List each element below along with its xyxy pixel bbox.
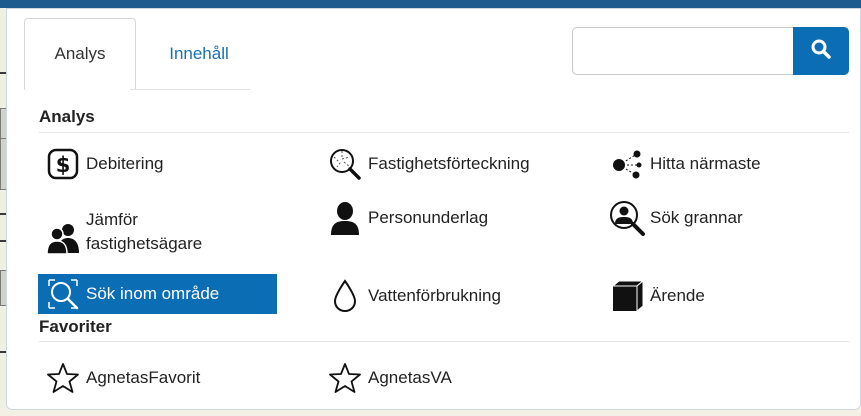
tool-label: Sök grannar xyxy=(650,208,743,227)
tool-jamfor-fastighetsagare[interactable]: Jämför fastighetsägare xyxy=(44,204,202,260)
dollar-icon: $ xyxy=(44,145,82,183)
star-icon xyxy=(326,359,364,397)
tool-label-line2: fastighetsägare xyxy=(86,234,203,253)
section-title-analys: Analys xyxy=(39,107,95,126)
people-icon xyxy=(44,216,82,260)
search-icon xyxy=(811,39,831,64)
tool-label: Ärende xyxy=(650,286,705,305)
tab-analys[interactable]: Analys xyxy=(24,18,136,90)
favorite-label: AgnetasVA xyxy=(368,368,452,387)
tool-label-line1: Jämför xyxy=(86,210,138,229)
favorite-label: AgnetasFavorit xyxy=(86,368,201,387)
person-icon xyxy=(326,199,364,237)
tool-label: Jämför fastighetsägare xyxy=(86,208,202,256)
nearest-network-icon xyxy=(608,145,646,183)
tab-divider xyxy=(130,89,250,90)
tool-personunderlag[interactable]: Personunderlag xyxy=(326,198,488,238)
section-divider xyxy=(39,341,849,342)
tool-label: Fastighetsförteckning xyxy=(368,154,530,173)
search-input[interactable] xyxy=(572,27,793,75)
section-title-favoriter: Favoriter xyxy=(39,317,112,336)
tool-label: Sök inom område xyxy=(86,284,220,303)
tool-vattenforbrukning[interactable]: Vattenförbrukning xyxy=(326,276,501,316)
area-search-icon xyxy=(44,275,82,313)
tool-label: Debitering xyxy=(86,154,164,173)
search-button[interactable] xyxy=(793,27,849,75)
top-bar xyxy=(0,0,861,8)
water-drop-icon xyxy=(326,277,364,315)
tool-fastighetsforteckning[interactable]: Fastighetsförteckning xyxy=(326,145,530,183)
favorite-agnetasfavorit[interactable]: AgnetasFavorit xyxy=(44,358,200,398)
tool-sok-grannar[interactable]: Sök grannar xyxy=(608,198,743,238)
favorite-agnetasva[interactable]: AgnetasVA xyxy=(326,358,452,398)
section-divider xyxy=(39,132,849,133)
tool-sok-inom-omrade[interactable]: Sök inom område xyxy=(38,274,277,314)
tool-hitta-narmaste[interactable]: Hitta närmaste xyxy=(608,145,761,183)
svg-text:$: $ xyxy=(56,153,71,177)
tool-debitering[interactable]: $ Debitering xyxy=(44,145,164,183)
map-search-icon xyxy=(326,145,364,183)
tool-label: Hitta närmaste xyxy=(650,154,761,173)
person-search-icon xyxy=(608,199,646,237)
star-icon xyxy=(44,359,82,397)
tool-label: Vattenförbrukning xyxy=(368,286,501,305)
tool-arende[interactable]: Ärende xyxy=(608,276,705,316)
tab-innehall[interactable]: Innehåll xyxy=(136,18,262,90)
cube-icon xyxy=(608,277,646,315)
tool-label: Personunderlag xyxy=(368,208,489,227)
